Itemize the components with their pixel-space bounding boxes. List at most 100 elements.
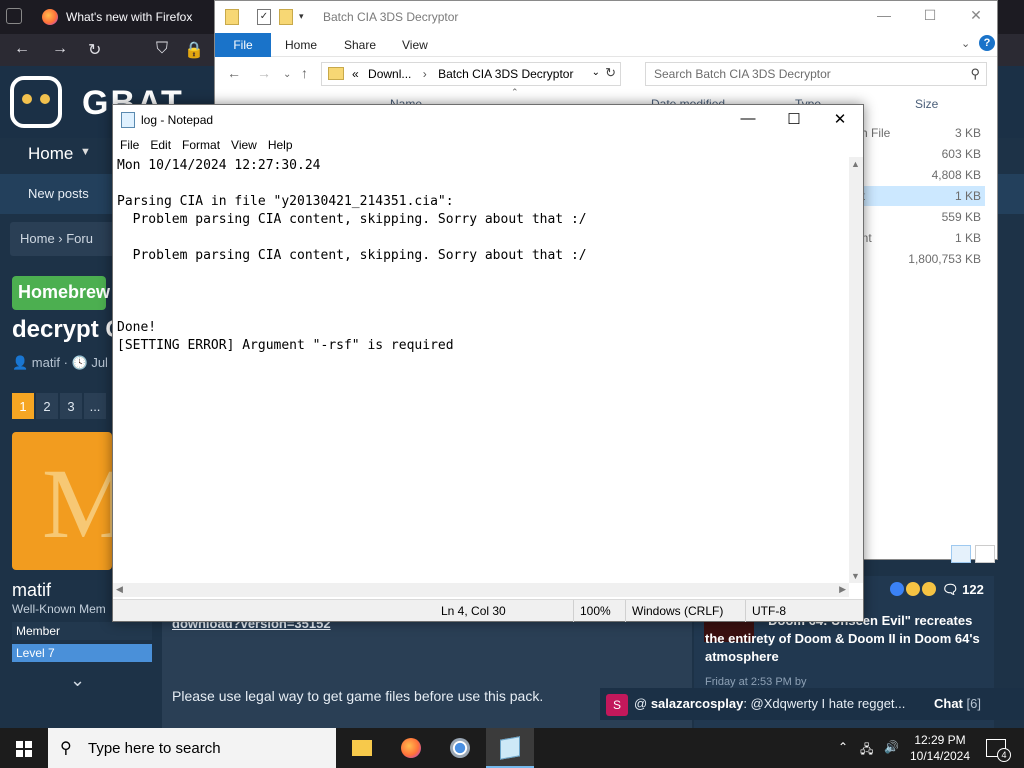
menu-view[interactable]: View: [228, 135, 260, 155]
lock-icon[interactable]: 🔒: [184, 40, 204, 60]
chat-user: salazarcosplay: [650, 696, 744, 711]
close-button[interactable]: ✕: [961, 7, 991, 24]
ribbon-expand-icon[interactable]: ⌄: [961, 37, 970, 50]
reaction-icons[interactable]: [890, 582, 936, 596]
notepad-window: log - Notepad — ☐ ✕ File Edit Format Vie…: [112, 104, 864, 622]
system-clock[interactable]: 12:29 PM 10/14/2024: [900, 732, 980, 764]
comment-count[interactable]: 🗨 122: [942, 582, 984, 598]
close-button[interactable]: ✕: [817, 110, 863, 128]
sort-up-icon: ⌃: [511, 87, 519, 97]
reload-icon[interactable]: ↻: [88, 40, 101, 60]
new-folder-icon[interactable]: [279, 9, 293, 25]
nav-home-link[interactable]: Home: [28, 144, 73, 164]
maximize-button[interactable]: ☐: [771, 110, 817, 128]
folder-icon: [328, 67, 344, 80]
new-posts-link[interactable]: New posts: [28, 186, 89, 201]
menu-file[interactable]: File: [117, 135, 142, 155]
taskbar-search-box[interactable]: ⚲ Type here to search: [48, 728, 336, 768]
properties-icon[interactable]: ✓: [257, 9, 271, 25]
page-button[interactable]: 3: [60, 393, 82, 419]
forward-arrow-icon[interactable]: →: [257, 65, 271, 81]
scroll-up-icon[interactable]: ▲: [851, 159, 860, 169]
table-row[interactable]: 1,800,753 KB: [855, 249, 985, 269]
column-header-size[interactable]: Size: [915, 97, 938, 111]
page-button[interactable]: 1: [12, 393, 34, 419]
minimize-button[interactable]: —: [725, 110, 771, 127]
scroll-left-icon[interactable]: ◀: [116, 584, 123, 595]
username[interactable]: matif: [12, 580, 51, 601]
table-row[interactable]: 559 KB: [855, 207, 985, 227]
chevron-down-icon[interactable]: ⌄: [70, 670, 85, 691]
up-arrow-icon[interactable]: ↑: [301, 65, 308, 81]
firefox-icon: [401, 738, 421, 758]
start-button[interactable]: [0, 728, 48, 768]
chevron-down-icon[interactable]: ▼: [80, 146, 91, 158]
scroll-right-icon[interactable]: ▶: [839, 584, 846, 595]
address-current[interactable]: Batch CIA 3DS Decryptor: [438, 67, 573, 81]
forward-arrow-icon[interactable]: →: [52, 40, 68, 58]
chat-label: Chat: [934, 696, 963, 711]
notepad-titlebar[interactable]: log - Notepad — ☐ ✕: [113, 105, 863, 135]
taskbar-firefox[interactable]: [387, 728, 435, 768]
large-icons-view-icon[interactable]: [975, 545, 995, 563]
back-arrow-icon[interactable]: ←: [14, 40, 30, 58]
ribbon-tab-file[interactable]: File: [215, 33, 271, 57]
taskbar-file-explorer[interactable]: [338, 728, 386, 768]
file-size: 1 KB: [954, 189, 981, 203]
table-row[interactable]: 603 KB: [855, 144, 985, 164]
breadcrumb[interactable]: Home › Foru: [10, 222, 120, 256]
quick-access-dropdown-icon[interactable]: ▾: [299, 11, 304, 22]
site-logo-icon[interactable]: [10, 76, 62, 128]
ribbon-tab-share[interactable]: Share: [344, 33, 376, 57]
page-button[interactable]: 2: [36, 393, 58, 419]
help-icon[interactable]: ?: [979, 35, 995, 51]
avatar[interactable]: M: [12, 432, 112, 570]
maximize-button[interactable]: ☐: [915, 7, 945, 24]
show-hidden-icons-icon[interactable]: ⌃: [838, 740, 848, 754]
browser-tab-title: What's new with Firefox: [66, 10, 193, 24]
search-icon: ⚲: [60, 740, 72, 757]
taskbar-notepad[interactable]: [486, 728, 534, 768]
details-view-icon[interactable]: [951, 545, 971, 563]
table-row[interactable]: ent1 KB: [855, 228, 985, 248]
cursor-position: Ln 4, Col 30: [441, 604, 506, 618]
minimize-button[interactable]: —: [869, 7, 899, 23]
encoding: UTF-8: [745, 600, 792, 622]
back-arrow-icon[interactable]: ←: [227, 65, 241, 81]
network-icon[interactable]: 🖧: [860, 740, 873, 761]
like-reaction-icon: [890, 582, 904, 596]
chat-button[interactable]: Chat [6]: [934, 696, 981, 711]
taskbar-chrome[interactable]: [436, 728, 484, 768]
volume-icon[interactable]: 🔊: [884, 740, 899, 754]
menu-help[interactable]: Help: [265, 135, 296, 155]
vertical-scrollbar[interactable]: ▲ ▼: [849, 157, 863, 583]
chat-avatar[interactable]: S: [606, 694, 628, 716]
prefix-badge[interactable]: Homebrew: [12, 276, 110, 310]
table-row[interactable]: 4,808 KB: [855, 165, 985, 185]
browser-tab[interactable]: What's new with Firefox: [34, 2, 214, 32]
horizontal-scrollbar[interactable]: ◀ ▶: [113, 583, 849, 597]
search-icon: ⚲: [970, 66, 980, 81]
address-parent[interactable]: Downl...: [368, 67, 411, 81]
page-ellipsis-button[interactable]: ...: [84, 393, 106, 419]
file-size: 1 KB: [954, 231, 981, 245]
ribbon-tab-home[interactable]: Home: [285, 33, 317, 57]
ribbon-tab-view[interactable]: View: [402, 33, 428, 57]
recent-locations-icon[interactable]: ⌄: [283, 69, 291, 80]
refresh-icon[interactable]: ↻: [605, 65, 616, 81]
scroll-down-icon[interactable]: ▼: [851, 571, 860, 581]
chat-message[interactable]: @ salazarcosplay: @Xdqwerty I hate regge…: [634, 696, 905, 711]
notepad-text-area[interactable]: Mon 10/14/2024 12:27:30.24 Parsing CIA i…: [117, 157, 851, 583]
table-row[interactable]: nt1 KB: [855, 186, 985, 206]
tab-list-button[interactable]: [6, 8, 22, 24]
menu-edit[interactable]: Edit: [147, 135, 174, 155]
notification-center-icon[interactable]: 4: [986, 739, 1011, 762]
shield-icon[interactable]: ⛉: [156, 40, 168, 58]
address-bar[interactable]: « Downl... › Batch CIA 3DS Decryptor ⌄ ↻: [321, 62, 621, 86]
menu-format[interactable]: Format: [179, 135, 223, 155]
explorer-titlebar[interactable]: ✓ ▾ Batch CIA 3DS Decryptor — ☐ ✕: [215, 1, 997, 33]
search-input[interactable]: Search Batch CIA 3DS Decryptor ⚲: [645, 62, 987, 86]
table-row[interactable]: ch File 3 KB: [855, 123, 985, 143]
thread-meta: 👤 matif · 🕓 Jul 2: [12, 355, 119, 370]
chevron-down-icon[interactable]: ⌄: [592, 67, 600, 78]
